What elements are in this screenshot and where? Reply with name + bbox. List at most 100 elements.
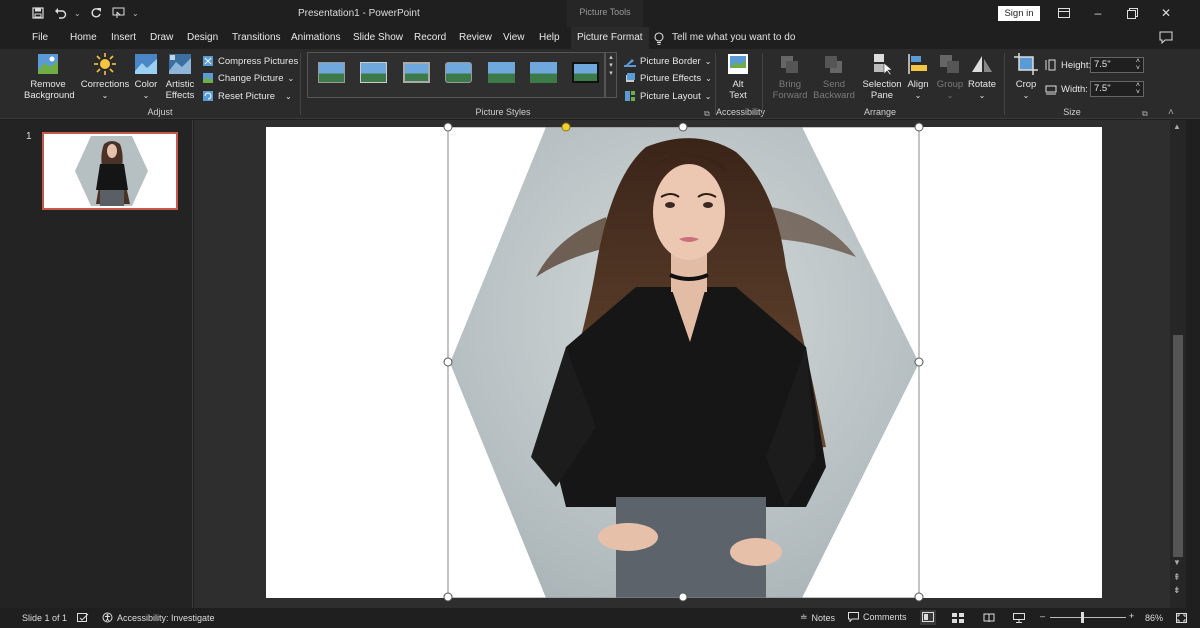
fit-to-window-icon[interactable]	[1176, 613, 1187, 623]
picture-styles-launcher-icon[interactable]: ⧉	[704, 109, 710, 119]
picture-layout-button[interactable]: Picture Layout ⌄	[624, 88, 711, 104]
previous-slide-icon[interactable]: ⇞	[1173, 572, 1181, 583]
style-thumb[interactable]	[445, 62, 472, 83]
comments-button[interactable]: Comments	[848, 612, 907, 622]
scroll-up-icon[interactable]: ▲	[1173, 122, 1181, 131]
save-icon[interactable]	[30, 5, 46, 21]
size-group-label: Size	[1063, 107, 1081, 117]
width-input[interactable]: 7.5" ˄ ˅	[1090, 81, 1144, 97]
send-backward-button[interactable]: Send Backward	[812, 53, 856, 101]
zoom-slider[interactable]	[1050, 612, 1126, 623]
reset-picture-button[interactable]: Reset Picture ⌄	[202, 88, 292, 104]
tab-help[interactable]: Help	[539, 27, 560, 49]
redo-icon[interactable]	[88, 5, 104, 21]
scroll-down-icon[interactable]: ▼	[1173, 558, 1181, 567]
comments-pane-icon[interactable]	[1159, 30, 1173, 44]
tab-animations[interactable]: Animations	[291, 27, 340, 49]
width-spinner-icon[interactable]: ˄ ˅	[1136, 82, 1140, 96]
style-thumb[interactable]	[318, 62, 345, 83]
style-thumb[interactable]	[530, 62, 557, 83]
compress-icon	[203, 56, 213, 66]
zoom-in-button[interactable]: +	[1129, 611, 1134, 621]
tab-transitions[interactable]: Transitions	[232, 27, 281, 49]
customize-icon[interactable]: ⌄	[132, 9, 140, 18]
zoom-level[interactable]: 86%	[1145, 613, 1163, 623]
picture-tools-label: Picture Tools	[567, 0, 643, 27]
tab-insert[interactable]: Insert	[111, 27, 136, 49]
more-styles-icon[interactable]: ▾	[606, 69, 616, 77]
rotate-dropdown-icon: ⌄	[978, 91, 986, 100]
undo-dropdown-icon[interactable]: ⌄	[74, 9, 82, 18]
height-spinner-icon[interactable]: ˄ ˅	[1136, 58, 1140, 72]
group-dropdown-icon: ⌄	[946, 91, 954, 100]
style-thumb[interactable]	[572, 62, 599, 83]
scrollbar-thumb[interactable]	[1173, 335, 1183, 557]
style-thumb[interactable]	[360, 62, 387, 83]
tab-draw[interactable]: Draw	[150, 27, 173, 49]
picture-border-button[interactable]: Picture Border ⌄	[624, 53, 711, 69]
undo-icon[interactable]	[52, 5, 68, 21]
chevron-down-icon[interactable]: ▾	[606, 61, 616, 69]
slide-sorter-icon[interactable]	[952, 613, 964, 623]
bring-forward-icon	[781, 56, 798, 73]
artistic-effects-button[interactable]: Artistic Effects	[163, 53, 197, 101]
slide-canvas[interactable]	[266, 127, 1102, 598]
tab-slide-show[interactable]: Slide Show	[353, 27, 403, 49]
corrections-sun-icon	[94, 53, 116, 75]
zoom-out-button[interactable]: –	[1040, 611, 1045, 621]
height-input[interactable]: 7.5" ˄ ˅	[1090, 57, 1144, 73]
tab-file[interactable]: File	[32, 27, 48, 49]
tab-review[interactable]: Review	[459, 27, 492, 49]
tell-me-search[interactable]: Tell me what you want to do	[654, 27, 795, 49]
picture-styles-gallery[interactable]	[307, 52, 605, 98]
crop-button[interactable]: Crop ⌄	[1012, 53, 1040, 101]
separator	[300, 53, 301, 115]
gallery-scroll[interactable]: ▴ ▾ ▾	[605, 52, 617, 98]
zoom-slider-thumb[interactable]	[1081, 612, 1084, 623]
reading-view-icon[interactable]	[983, 613, 995, 623]
alt-text-button[interactable]: Alt Text	[722, 53, 754, 101]
close-icon[interactable]: ✕	[1156, 4, 1176, 22]
normal-view-button[interactable]	[920, 610, 936, 625]
collapse-ribbon-icon[interactable]: ˄	[1168, 107, 1174, 118]
title-bar: ⌄ ⌄ Presentation1 - PowerPoint Picture T…	[0, 0, 1200, 27]
compress-pictures-button[interactable]: Compress Pictures	[202, 53, 298, 69]
ribbon-display-options-icon[interactable]	[1054, 4, 1074, 22]
selection-pane-button[interactable]: Selection Pane	[860, 53, 904, 101]
tab-view[interactable]: View	[503, 27, 525, 49]
selection-pane-icon	[874, 54, 893, 75]
bring-forward-button[interactable]: Bring Forward	[770, 53, 810, 101]
slide-thumbnail[interactable]	[42, 132, 178, 210]
picture-border-icon	[624, 59, 636, 67]
color-button[interactable]: Color ⌄	[132, 53, 160, 101]
restore-icon[interactable]	[1122, 4, 1142, 22]
rotate-button[interactable]: Rotate ⌄	[966, 53, 998, 101]
corrections-button[interactable]: Corrections ⌄	[80, 53, 130, 101]
hexagon-cropped-photo[interactable]	[446, 127, 926, 598]
align-button[interactable]: Align ⌄	[906, 53, 930, 101]
picture-effects-button[interactable]: Picture Effects ⌄	[624, 70, 712, 86]
chevron-up-icon[interactable]: ▴	[606, 53, 616, 61]
size-launcher-icon[interactable]: ⧉	[1142, 109, 1148, 119]
change-picture-button[interactable]: Change Picture ⌄	[202, 70, 294, 86]
width-icon	[1045, 85, 1057, 95]
picture-effects-dropdown-icon: ⌄	[705, 73, 712, 83]
touch-mode-icon[interactable]	[110, 5, 126, 21]
tab-design[interactable]: Design	[187, 27, 218, 49]
minimize-icon[interactable]: –	[1088, 4, 1108, 22]
remove-background-button[interactable]: Remove Background	[24, 53, 75, 101]
next-slide-icon[interactable]: ⇟	[1173, 585, 1181, 596]
tab-home[interactable]: Home	[70, 27, 97, 49]
style-thumb[interactable]	[403, 62, 430, 83]
style-thumb[interactable]	[488, 62, 515, 83]
notes-button[interactable]: ≐ Notes	[800, 612, 835, 623]
accessibility-status[interactable]: Accessibility: Investigate	[102, 612, 215, 623]
vertical-scrollbar[interactable]: ▲ ▼ ⇞ ⇟	[1170, 120, 1186, 608]
slideshow-icon[interactable]	[1013, 613, 1025, 623]
spell-check-icon[interactable]	[77, 613, 89, 623]
group-button[interactable]: Group ⌄	[935, 53, 965, 101]
adjust-group-label: Adjust	[147, 107, 173, 117]
tab-record[interactable]: Record	[414, 27, 446, 49]
tab-picture-format[interactable]: Picture Format	[571, 27, 649, 49]
sign-in-button[interactable]: Sign in	[998, 6, 1040, 21]
